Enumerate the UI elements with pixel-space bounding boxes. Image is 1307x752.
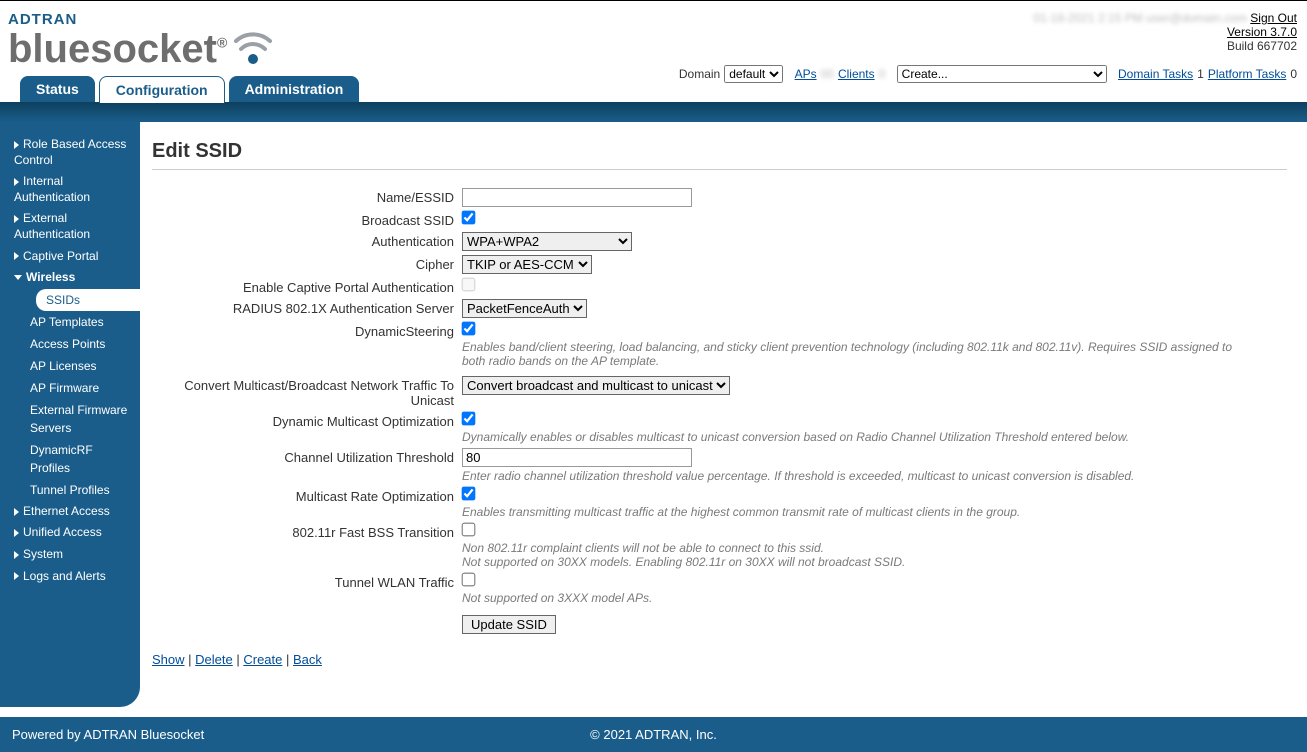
- label-dmo: Dynamic Multicast Optimization: [152, 412, 462, 429]
- label-captive: Enable Captive Portal Authentication: [152, 278, 462, 295]
- chevron-right-icon: [14, 551, 19, 559]
- sidebar-item-wireless[interactable]: Wireless: [0, 267, 140, 289]
- sidebar-item-role[interactable]: Role Based Access Control: [0, 134, 140, 171]
- sidebar-item-captive[interactable]: Captive Portal: [0, 246, 140, 268]
- label-name: Name/ESSID: [152, 188, 462, 205]
- dmo-checkbox[interactable]: [462, 412, 476, 426]
- action-links: Show | Delete | Create | Back: [152, 652, 1287, 667]
- tunnel-checkbox[interactable]: [462, 573, 476, 587]
- domain-tasks-link[interactable]: Domain Tasks: [1118, 67, 1193, 81]
- tab-strip: [0, 102, 1307, 122]
- label-tunnel: Tunnel WLAN Traffic: [152, 573, 462, 590]
- aps-count: 00: [821, 67, 834, 81]
- label-mro: Multicast Rate Optimization: [152, 487, 462, 504]
- name-input[interactable]: [462, 188, 692, 207]
- sidebar-item-external-auth[interactable]: External Authentication: [0, 208, 140, 245]
- create-link[interactable]: Create: [243, 652, 282, 667]
- sidebar-item-system[interactable]: System: [0, 544, 140, 566]
- steering-checkbox[interactable]: [462, 322, 476, 336]
- bluesocket-wordmark: bluesocket®: [8, 29, 227, 69]
- label-mcast: Convert Multicast/Broadcast Network Traf…: [152, 376, 462, 408]
- label-broadcast: Broadcast SSID: [152, 211, 462, 228]
- aps-link[interactable]: APs: [795, 67, 817, 81]
- header-top-right: 01-18-2021 2:15 PM user@domain.com Sign …: [1033, 11, 1297, 53]
- header: ADTRAN bluesocket® 01-18-2021 2:15 PM us…: [0, 5, 1307, 102]
- sidebar-item-ext-firmware[interactable]: External Firmware Servers: [22, 399, 140, 439]
- sidebar-item-ssids[interactable]: SSIDs: [36, 289, 140, 311]
- obscured-user: user@domain.com: [1146, 11, 1247, 25]
- sidebar-item-ap-templates[interactable]: AP Templates: [22, 311, 140, 333]
- domain-select[interactable]: default: [724, 65, 783, 83]
- obscured-timestamp: 01-18-2021 2:15 PM: [1033, 11, 1142, 25]
- chevron-right-icon: [14, 529, 19, 537]
- tab-administration[interactable]: Administration: [229, 76, 360, 102]
- help-fbss-1: Non 802.11r complaint clients will not b…: [462, 541, 1242, 555]
- fbss-checkbox[interactable]: [462, 523, 476, 537]
- build-text: Build 667702: [1033, 39, 1297, 53]
- delete-link[interactable]: Delete: [195, 652, 233, 667]
- domain-tasks-count: 1: [1197, 67, 1204, 81]
- sidebar: Role Based Access Control Internal Authe…: [0, 122, 140, 707]
- chevron-right-icon: [14, 252, 19, 260]
- svg-text:ADTRAN: ADTRAN: [8, 11, 77, 27]
- label-radius: RADIUS 802.1X Authentication Server: [152, 299, 462, 316]
- help-mro: Enables transmitting multicast traffic a…: [462, 505, 1242, 519]
- sidebar-item-dynamicrf[interactable]: DynamicRF Profiles: [22, 439, 140, 479]
- label-cipher: Cipher: [152, 255, 462, 272]
- update-ssid-button[interactable]: Update SSID: [462, 615, 556, 634]
- tab-configuration[interactable]: Configuration: [99, 76, 225, 103]
- label-fbss: 802.11r Fast BSS Transition: [152, 523, 462, 540]
- cut-input[interactable]: [462, 448, 692, 467]
- adtran-wordmark: ADTRAN: [8, 11, 86, 27]
- show-link[interactable]: Show: [152, 652, 185, 667]
- broadcast-checkbox[interactable]: [462, 211, 476, 225]
- chevron-right-icon: [14, 508, 19, 516]
- footer-center: © 2021 ADTRAN, Inc.: [590, 727, 717, 742]
- label-steering: DynamicSteering: [152, 322, 462, 339]
- chevron-right-icon: [14, 572, 19, 580]
- sidebar-item-tunnel-profiles[interactable]: Tunnel Profiles: [22, 479, 140, 501]
- subheader-bar: Domain default APs 00 Clients 0 Create..…: [679, 65, 1297, 83]
- help-tunnel: Not supported on 3XXX model APs.: [462, 591, 1242, 605]
- chevron-right-icon: [14, 215, 19, 223]
- help-steering: Enables band/client steering, load balan…: [462, 340, 1242, 368]
- sidebar-item-internal-auth[interactable]: Internal Authentication: [0, 171, 140, 208]
- sidebar-item-ap-firmware[interactable]: AP Firmware: [22, 377, 140, 399]
- footer-left: Powered by ADTRAN Bluesocket: [12, 727, 204, 742]
- page-title: Edit SSID: [152, 140, 1287, 163]
- footer: Powered by ADTRAN Bluesocket © 2021 ADTR…: [0, 717, 1307, 752]
- captive-checkbox: [462, 278, 476, 292]
- main-content: Edit SSID Name/ESSID Broadcast SSID Auth…: [140, 122, 1307, 707]
- chevron-right-icon: [14, 141, 19, 149]
- platform-tasks-link[interactable]: Platform Tasks: [1208, 67, 1286, 81]
- help-fbss-2: Not supported on 30XX models. Enabling 8…: [462, 555, 1242, 569]
- radius-select[interactable]: PacketFenceAuth: [462, 299, 587, 318]
- sidebar-item-unified[interactable]: Unified Access: [0, 522, 140, 544]
- sidebar-item-ethernet[interactable]: Ethernet Access: [0, 501, 140, 523]
- help-dmo: Dynamically enables or disables multicas…: [462, 430, 1242, 444]
- create-select[interactable]: Create...: [897, 65, 1107, 83]
- label-auth: Authentication: [152, 232, 462, 249]
- mcast-select[interactable]: Convert broadcast and multicast to unica…: [462, 376, 730, 395]
- chevron-down-icon: [14, 275, 22, 280]
- help-cut: Enter radio channel utilization threshol…: [462, 469, 1242, 483]
- signout-link[interactable]: Sign Out: [1250, 11, 1297, 25]
- sidebar-item-access-points[interactable]: Access Points: [22, 333, 140, 355]
- clients-link[interactable]: Clients: [838, 67, 875, 81]
- auth-select[interactable]: WPA+WPA2: [462, 232, 632, 251]
- tab-status[interactable]: Status: [20, 76, 95, 102]
- clients-count: 0: [879, 67, 886, 81]
- wifi-icon: [233, 27, 273, 67]
- mro-checkbox[interactable]: [462, 487, 476, 501]
- label-cut: Channel Utilization Threshold: [152, 448, 462, 465]
- cipher-select[interactable]: TKIP or AES-CCM: [462, 255, 592, 274]
- version-link[interactable]: Version 3.7.0: [1227, 25, 1297, 39]
- domain-label: Domain: [679, 67, 720, 81]
- chevron-right-icon: [14, 178, 19, 186]
- sidebar-item-ap-licenses[interactable]: AP Licenses: [22, 355, 140, 377]
- platform-tasks-count: 0: [1290, 67, 1297, 81]
- sidebar-item-logs[interactable]: Logs and Alerts: [0, 566, 140, 588]
- back-link[interactable]: Back: [293, 652, 322, 667]
